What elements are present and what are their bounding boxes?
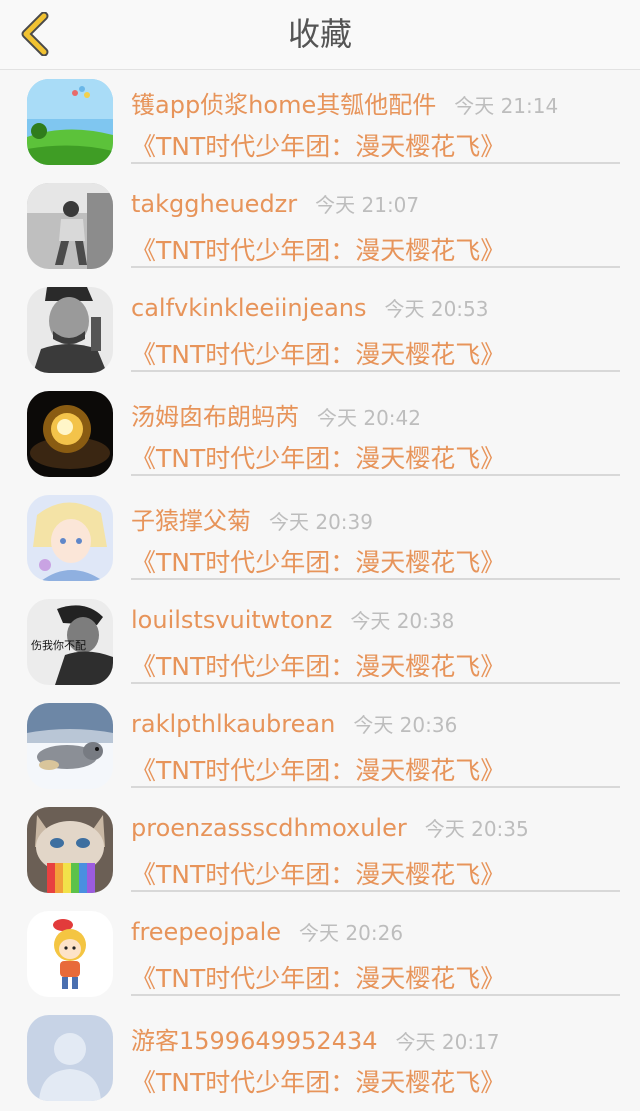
work-title[interactable]: 《TNT时代少年团：漫天樱花飞》 xyxy=(131,855,505,891)
work-title[interactable]: 《TNT时代少年团：漫天樱花飞》 xyxy=(131,543,505,579)
default-user-avatar[interactable] xyxy=(27,1015,113,1101)
timestamp: 今天 20:36 xyxy=(353,713,458,737)
divider xyxy=(131,474,620,476)
list-item[interactable]: 镬app侦浆home其瓠他配件 今天 21:14 《TNT时代少年团：漫天樱花飞… xyxy=(0,71,640,175)
work-title[interactable]: 《TNT时代少年团：漫天樱花飞》 xyxy=(131,647,505,683)
list-item[interactable]: takggheuedzr 今天 21:07 《TNT时代少年团：漫天樱花飞》 xyxy=(0,175,640,279)
avatar-text: 伤我你不配 xyxy=(31,639,86,652)
grumpy-cat-avatar[interactable] xyxy=(27,807,113,893)
divider xyxy=(131,786,620,788)
work-title[interactable]: 《TNT时代少年团：漫天樱花飞》 xyxy=(131,751,505,787)
divider xyxy=(131,162,620,164)
walking-person-avatar[interactable] xyxy=(27,183,113,269)
list-item[interactable]: freepeojpale 今天 20:26 《TNT时代少年团：漫天樱花飞》 xyxy=(0,903,640,1007)
user-name[interactable]: calfvkinkleeiinjeans xyxy=(131,294,367,322)
work-title[interactable]: 《TNT时代少年团：漫天樱花飞》 xyxy=(131,439,505,475)
user-name[interactable]: proenzassscdhmoxuler xyxy=(131,814,407,842)
timestamp: 今天 20:39 xyxy=(269,510,373,534)
work-title[interactable]: 《TNT时代少年团：漫天樱花飞》 xyxy=(131,335,505,371)
list-item[interactable]: 汤姆囱布朗蚂芮 今天 20:42 《TNT时代少年团：漫天樱花飞》 xyxy=(0,383,640,487)
user-name[interactable]: 镬app侦浆home其瓠他配件 xyxy=(131,85,436,120)
user-name[interactable]: 游客1599649952434 xyxy=(131,1021,378,1056)
user-name[interactable]: 汤姆囱布朗蚂芮 xyxy=(131,397,299,432)
timestamp: 今天 20:17 xyxy=(395,1030,500,1054)
divider xyxy=(131,682,620,684)
cartoon-girl-avatar[interactable] xyxy=(27,911,113,997)
timestamp: 今天 20:38 xyxy=(350,609,455,633)
user-name[interactable]: louilstsvuitwtonz xyxy=(131,606,332,634)
list-item[interactable]: 游客1599649952434 今天 20:17 《TNT时代少年团：漫天樱花飞… xyxy=(0,1007,640,1111)
list-item[interactable]: calfvkinkleeiinjeans 今天 20:53 《TNT时代少年团：… xyxy=(0,279,640,383)
timestamp: 今天 20:26 xyxy=(299,921,404,945)
timestamp: 今天 20:53 xyxy=(384,297,489,321)
divider xyxy=(131,994,620,996)
anime-avatar[interactable] xyxy=(27,495,113,581)
lightbulb-avatar[interactable] xyxy=(27,391,113,477)
list-item[interactable]: raklpthlkaubrean 今天 20:36 《TNT时代少年团：漫天樱花… xyxy=(0,695,640,799)
work-title[interactable]: 《TNT时代少年团：漫天樱花飞》 xyxy=(131,1063,505,1099)
divider xyxy=(131,578,620,580)
divider xyxy=(131,266,620,268)
landscape-avatar[interactable] xyxy=(27,79,113,165)
nav-bar: 收藏 xyxy=(0,0,640,70)
favorites-list: 镬app侦浆home其瓠他配件 今天 21:14 《TNT时代少年团：漫天樱花飞… xyxy=(0,71,640,1111)
man-portrait-avatar[interactable] xyxy=(27,287,113,373)
timestamp: 今天 21:07 xyxy=(315,193,420,217)
page-title: 收藏 xyxy=(287,15,352,53)
user-name[interactable]: raklpthlkaubrean xyxy=(131,710,335,738)
timestamp: 今天 21:14 xyxy=(454,94,559,118)
divider xyxy=(131,370,620,372)
timestamp: 今天 20:42 xyxy=(317,406,421,430)
text-portrait-avatar[interactable]: 伤我你不配 xyxy=(27,599,113,685)
user-name[interactable]: freepeojpale xyxy=(131,918,281,946)
timestamp: 今天 20:35 xyxy=(424,817,529,841)
list-item[interactable]: proenzassscdhmoxuler 今天 20:35 《TNT时代少年团：… xyxy=(0,799,640,903)
work-title[interactable]: 《TNT时代少年团：漫天樱花飞》 xyxy=(131,127,505,163)
work-title[interactable]: 《TNT时代少年团：漫天樱花飞》 xyxy=(131,959,505,995)
user-name[interactable]: 子猿撑父菊 xyxy=(131,501,251,536)
work-title[interactable]: 《TNT时代少年团：漫天樱花飞》 xyxy=(131,231,505,267)
user-name[interactable]: takggheuedzr xyxy=(131,190,297,218)
seal-avatar[interactable] xyxy=(27,703,113,789)
divider xyxy=(131,890,620,892)
list-item[interactable]: 伤我你不配 louilstsvuitwtonz 今天 20:38 《TNT时代少… xyxy=(0,591,640,695)
list-item[interactable]: 子猿撑父菊 今天 20:39 《TNT时代少年团：漫天樱花飞》 xyxy=(0,487,640,591)
